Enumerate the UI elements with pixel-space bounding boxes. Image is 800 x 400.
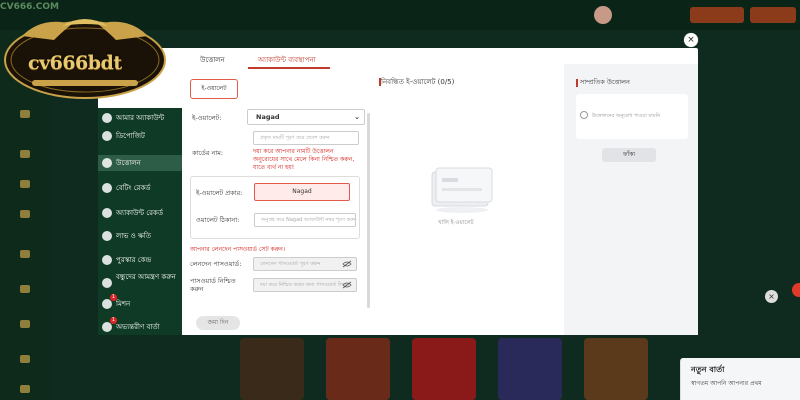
game-tile[interactable] — [412, 338, 476, 400]
section-marker — [576, 79, 578, 87]
chevron-down-icon: ⌄ — [354, 113, 360, 121]
name-warning: দয়া করে আপনার নামটি উত্তোলন অনুরোধের সা… — [253, 148, 355, 171]
active-tab-indicator — [248, 67, 330, 69]
game-tiles — [240, 338, 680, 400]
recent-withdrawals: সাম্প্রতিক উত্তোলন উত্তোলনের অনুরোধ পাওয… — [564, 64, 698, 335]
nav-icon[interactable] — [14, 320, 36, 330]
nav-icon[interactable] — [14, 150, 36, 160]
recent-empty-text: উত্তোলনের অনুরোধ পাওয়া যায়নি — [592, 113, 661, 119]
nav-icon[interactable] — [14, 210, 36, 220]
ewallet-type-toggle[interactable]: ই-ওয়ালেট — [190, 79, 238, 99]
account-modal: উত্তোলন অ্যাকাউন্ট ব্যবস্থাপনা আমার অ্যা… — [98, 48, 698, 335]
password-warning: আপনার লেনদেন পাসওয়ার্ড সেট করুন। — [190, 246, 286, 253]
sidebar-item-mission[interactable]: 1 মিশন — [98, 294, 182, 312]
modal-close-icon[interactable]: × — [684, 33, 698, 47]
form-scrollbar[interactable] — [367, 113, 370, 308]
header-button-right[interactable] — [750, 7, 796, 23]
game-tile[interactable] — [326, 338, 390, 400]
inbox-badge: 1 — [110, 317, 117, 324]
eye-hidden-icon[interactable] — [342, 260, 352, 268]
headset-icon — [580, 111, 588, 119]
invite-icon — [102, 278, 112, 288]
ewallet-label: ই-ওয়ালেট: — [192, 114, 222, 122]
close-icon[interactable]: × — [765, 290, 778, 303]
card-name-label: কার্ডের নাম: — [192, 149, 224, 157]
sidebar-item-betting-record[interactable]: বেটিং রেকর্ড — [98, 180, 182, 196]
record-icon — [102, 183, 112, 193]
mission-badge: 1 — [110, 294, 117, 301]
ewallet-type-label: ই-ওয়ালেট প্রকার: — [196, 189, 243, 197]
ewallet-details-box: ই-ওয়ালেট প্রকার: Nagad ওয়ালেট ঠিকানা: … — [190, 176, 360, 239]
sidebar-item-reward-center[interactable]: পুরস্কার কেন্দ্র — [98, 252, 182, 268]
nav-icon[interactable] — [14, 285, 36, 295]
nav-icon[interactable] — [14, 250, 36, 260]
sidebar-item-deposit[interactable]: ডিপোজিট — [98, 128, 182, 144]
empty-wallet-text: খালি ই-ওয়ালেট — [438, 220, 474, 226]
confirm-password-label: পাসওয়ার্ড নিশ্চিত করুন — [190, 277, 236, 293]
list-icon — [102, 208, 112, 218]
sidebar-item-withdraw[interactable]: উত্তোলন — [98, 155, 182, 171]
sidebar-item-profit-loss[interactable]: লাভ ও ক্ষতি — [98, 228, 182, 244]
recent-withdrawals-empty: উত্তোলনের অনুরোধ পাওয়া যায়নি — [576, 94, 688, 139]
sidebar-item-my-account[interactable]: আমার অ্যাকাউন্ট — [98, 110, 182, 126]
clear-button[interactable]: ফাঁকা — [602, 148, 656, 162]
mission-icon — [102, 299, 112, 309]
eye-hidden-icon[interactable] — [342, 281, 352, 289]
user-icon — [102, 113, 112, 123]
tx-password-input[interactable]: লেনদেন পাসওয়ার্ড পূরণ করুন — [253, 257, 357, 271]
tab-withdraw[interactable]: উত্তোলন — [200, 54, 225, 66]
gift-icon — [102, 255, 112, 265]
deposit-icon — [102, 131, 112, 141]
game-tile[interactable] — [584, 338, 648, 400]
message-popup-text: স্বাগতম আপনি আপনার প্রথম — [691, 380, 762, 387]
ewallet-form: ই-ওয়ালেট ই-ওয়ালেট: Nagad ⌄ প্রকৃত নামট… — [190, 76, 368, 335]
ewallet-type-nagad[interactable]: Nagad — [254, 183, 350, 201]
sidebar-item-inbox[interactable]: 1 অভ্যন্তরীণ বার্তা — [98, 317, 182, 335]
nav-icon[interactable] — [14, 385, 36, 395]
recent-withdrawals-title: সাম্প্রতিক উত্তোলন — [580, 78, 630, 86]
nav-icon[interactable] — [14, 110, 36, 120]
chart-icon — [102, 231, 112, 241]
submit-button[interactable]: জমা দিন — [196, 316, 240, 330]
header-button-left[interactable] — [690, 7, 744, 23]
message-popup[interactable]: নতুন বার্তা স্বাগতম আপনি আপনার প্রথম — [680, 358, 800, 400]
confirm-password-input[interactable]: দয়া করে নিশ্চিত করার জন্য পাসওয়ার্ড লি… — [253, 278, 357, 292]
registered-wallets-title: নিবন্ধিত ই-ওয়ালেট (0/5) — [381, 78, 455, 86]
logo-wordmark: cv666bdt — [28, 52, 122, 74]
real-name-input[interactable]: প্রকৃত নামটি পূরণ করে প্রবেশ করুন — [253, 131, 359, 145]
nav-icon[interactable] — [14, 180, 36, 190]
brand-logo: cv666bdt — [2, 14, 168, 104]
user-avatar[interactable] — [594, 6, 612, 24]
notification-icon[interactable] — [792, 283, 800, 297]
nav-icon[interactable] — [14, 355, 36, 365]
sidebar-item-invite-friends[interactable]: বন্ধুদের আমন্ত্রণ করুন — [98, 273, 182, 293]
game-tile[interactable] — [240, 338, 304, 400]
at-icon — [102, 322, 112, 332]
ewallet-select[interactable]: Nagad ⌄ — [247, 109, 365, 125]
tab-account-management[interactable]: অ্যাকাউন্ট ব্যবস্থাপনা — [258, 54, 316, 66]
tx-password-label: লেনদেন পাসওয়ার্ড: — [190, 260, 242, 268]
modal-tabs: উত্তোলন অ্যাকাউন্ট ব্যবস্থাপনা — [186, 48, 386, 69]
game-tile[interactable] — [498, 338, 562, 400]
sidebar-item-account-record[interactable]: অ্যাকাউন্ট রেকর্ড — [98, 205, 182, 221]
empty-wallet-icon — [431, 167, 493, 213]
site-name: CV666.COM — [0, 2, 59, 12]
withdraw-icon — [102, 158, 112, 168]
wallet-address-input[interactable]: অনুগ্রহ করে Nagad অ্যাকাউন্ট নম্বর পূরণ … — [254, 213, 356, 227]
wallet-address-label: ওয়ালেট ঠিকানা: — [196, 216, 240, 224]
modal-sidebar: আমার অ্যাকাউন্ট ডিপোজিট উত্তোলন বেটিং রে… — [98, 108, 182, 335]
message-popup-title: নতুন বার্তা — [691, 365, 725, 374]
